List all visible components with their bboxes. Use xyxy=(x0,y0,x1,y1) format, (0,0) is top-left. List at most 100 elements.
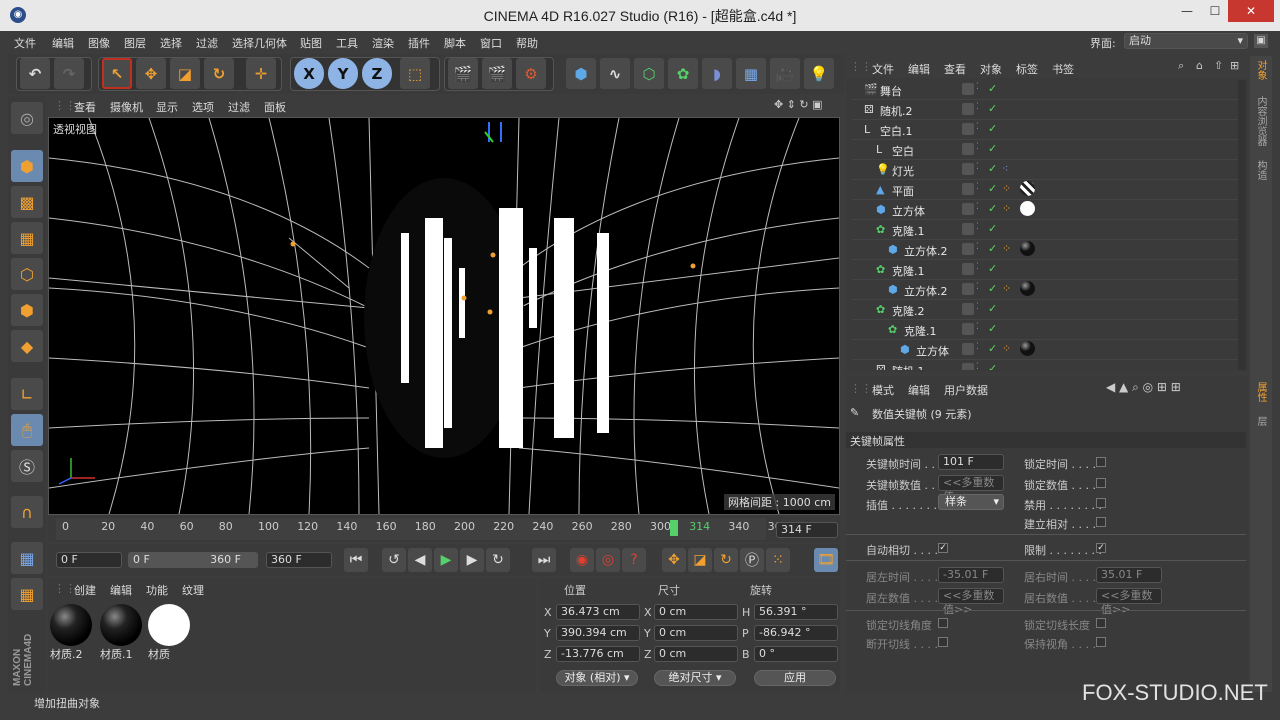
magnet-icon[interactable]: ∩ xyxy=(11,496,43,528)
cube-icon[interactable]: ⬢ xyxy=(566,58,596,89)
edit-layer-icon[interactable] xyxy=(962,363,974,370)
object-menu-edit[interactable]: 编辑 xyxy=(908,61,930,77)
menu-file[interactable]: 文件 xyxy=(14,35,36,51)
lock-workplane-icon[interactable]: ▦ xyxy=(11,542,43,574)
record-icon[interactable]: ◉ xyxy=(570,548,594,572)
play-icon[interactable]: ▶ xyxy=(434,548,458,572)
lock-length-checkbox[interactable] xyxy=(1096,618,1106,628)
up-icon[interactable]: ⇧ xyxy=(1214,59,1223,72)
left-value-field[interactable]: <<多重数值>> xyxy=(938,588,1004,616)
visibility-dots-icon[interactable]: ⁚ xyxy=(976,122,979,132)
tweak-mode-icon[interactable]: 🖱 xyxy=(11,414,43,446)
attr-menu-edit[interactable]: 编辑 xyxy=(908,382,930,398)
scale-icon[interactable]: ◪ xyxy=(170,58,200,89)
home-icon[interactable]: ⌂ xyxy=(1196,59,1203,72)
object-row[interactable]: ▲ 平面 ⁚ ✓ ⁘ xyxy=(852,180,1242,200)
keep-angle-checkbox[interactable] xyxy=(1096,637,1106,647)
visibility-dots-icon[interactable]: ⁚ xyxy=(976,302,979,312)
visibility-dots-icon[interactable]: ⁚ xyxy=(976,162,979,172)
object-row[interactable]: ⬢ 立方体 ⁚ ✓ ⁘ xyxy=(852,200,1242,220)
lock-value-checkbox[interactable] xyxy=(1096,478,1106,488)
edit-layer-icon[interactable] xyxy=(962,183,974,195)
material-tag-icon[interactable] xyxy=(1020,181,1035,196)
render-picture-icon[interactable]: 🎬 xyxy=(482,58,512,89)
visibility-dots-icon[interactable]: ⁚ xyxy=(976,242,979,252)
clamp-checkbox[interactable]: ✓ xyxy=(1096,543,1106,553)
rot-b-field[interactable]: 0 ° xyxy=(754,646,838,662)
menu-render[interactable]: 渲染 xyxy=(372,35,394,51)
visibility-dots-icon[interactable]: ⁚ xyxy=(976,342,979,352)
light-tag-icon[interactable]: ⁖ xyxy=(1002,162,1008,175)
object-row[interactable]: 🎬 舞台 ⁚ ✓ xyxy=(852,80,1242,100)
auto-tangent-checkbox[interactable]: ✓ xyxy=(938,543,948,553)
lock-angle-checkbox[interactable] xyxy=(938,618,948,628)
enabled-check-icon[interactable]: ✓ xyxy=(988,102,997,115)
object-row[interactable]: L 空白 ⁚ ✓ xyxy=(852,140,1242,160)
object-row[interactable]: ✿ 克隆.2 ⁚ ✓ xyxy=(852,300,1242,320)
key-rotation-icon[interactable]: ↻ xyxy=(714,548,738,572)
viewport-menu-panel[interactable]: 面板 xyxy=(264,99,286,115)
size-z-field[interactable]: 0 cm xyxy=(654,646,738,662)
tab-attributes[interactable]: 属性 xyxy=(1253,382,1268,402)
edit-layer-icon[interactable] xyxy=(962,323,974,335)
new-panel-icon[interactable]: ⊞ xyxy=(1230,59,1239,72)
current-frame-field[interactable]: 314 F xyxy=(776,522,838,538)
redo-icon[interactable]: ↷ xyxy=(54,58,84,89)
enabled-check-icon[interactable]: ✓ xyxy=(988,302,997,315)
rot-p-field[interactable]: -86.942 ° xyxy=(754,625,838,641)
menu-image[interactable]: 图像 xyxy=(88,35,110,51)
viewport-nav-icons[interactable]: ✥ ⇕ ↻ ▣ xyxy=(774,98,823,111)
close-button[interactable]: ✕ xyxy=(1228,0,1274,22)
material-tag-icon[interactable] xyxy=(1020,281,1035,296)
edit-layer-icon[interactable] xyxy=(962,203,974,215)
menu-tools[interactable]: 工具 xyxy=(336,35,358,51)
goto-start-icon[interactable]: ⏮ xyxy=(344,548,368,572)
texture-tag-icon[interactable]: ⁘ xyxy=(1002,182,1011,195)
key-time-field[interactable]: 101 F xyxy=(938,454,1004,470)
timeline-playhead[interactable] xyxy=(670,520,678,536)
tab-structure[interactable]: 构造 xyxy=(1253,160,1268,180)
object-scrollbar[interactable] xyxy=(1238,80,1246,370)
pos-z-field[interactable]: -13.776 cm xyxy=(556,646,640,662)
size-mode-select[interactable]: 绝对尺寸 ▾ xyxy=(654,670,736,686)
floor-icon[interactable]: ▦ xyxy=(736,58,766,89)
deformer-icon[interactable]: ◗ xyxy=(702,58,732,89)
edit-layer-icon[interactable] xyxy=(962,103,974,115)
edit-layer-icon[interactable] xyxy=(962,223,974,235)
points-mode-icon[interactable]: ⬡ xyxy=(11,258,43,290)
y-axis-icon[interactable]: Y xyxy=(328,58,358,89)
texture-mode-icon[interactable]: ▩ xyxy=(11,186,43,218)
prev-key-icon[interactable]: ↺ xyxy=(382,548,406,572)
texture-tag-icon[interactable]: ⁘ xyxy=(1002,242,1011,255)
enabled-check-icon[interactable]: ✓ xyxy=(988,262,997,275)
model-mode-icon[interactable]: ⬢ xyxy=(11,150,43,182)
right-value-field[interactable]: <<多重数值>> xyxy=(1096,588,1162,616)
subdivision-icon[interactable]: ⬡ xyxy=(634,58,664,89)
enabled-check-icon[interactable]: ✓ xyxy=(988,242,997,255)
right-time-field[interactable]: 35.01 F xyxy=(1096,567,1162,583)
material-menu-edit[interactable]: 编辑 xyxy=(110,582,132,598)
move-icon[interactable]: ✥ xyxy=(136,58,166,89)
autokey-icon[interactable]: ◎ xyxy=(596,548,620,572)
material-menu-texture[interactable]: 纹理 xyxy=(182,582,204,598)
interp-select[interactable]: 样条 ▾ xyxy=(938,494,1004,510)
layout-select[interactable]: 启动 ▾ xyxy=(1124,33,1248,49)
viewport-menu-options[interactable]: 选项 xyxy=(192,99,214,115)
viewport-menu-display[interactable]: 显示 xyxy=(156,99,178,115)
camera-icon[interactable]: 🎥 xyxy=(770,58,800,89)
edit-layer-icon[interactable] xyxy=(962,143,974,155)
visibility-dots-icon[interactable]: ⁚ xyxy=(976,182,979,192)
next-frame-icon[interactable]: ▶ xyxy=(460,548,484,572)
menu-select-geometry[interactable]: 选择几何体 xyxy=(232,35,287,51)
key-param-icon[interactable]: Ⓟ xyxy=(740,548,764,572)
object-menu-view[interactable]: 查看 xyxy=(944,61,966,77)
key-position-icon[interactable]: ✥ xyxy=(662,548,686,572)
enabled-check-icon[interactable]: ✓ xyxy=(988,142,997,155)
x-axis-icon[interactable]: X xyxy=(294,58,324,89)
object-menu-tag[interactable]: 标签 xyxy=(1016,61,1038,77)
range-slider[interactable]: 0 F 360 F xyxy=(128,552,258,568)
attr-menu-mode[interactable]: 模式 xyxy=(872,382,894,398)
texture-tag-icon[interactable]: ⁘ xyxy=(1002,282,1011,295)
menu-uv[interactable]: 贴图 xyxy=(300,35,322,51)
visibility-dots-icon[interactable]: ⁚ xyxy=(976,362,979,370)
